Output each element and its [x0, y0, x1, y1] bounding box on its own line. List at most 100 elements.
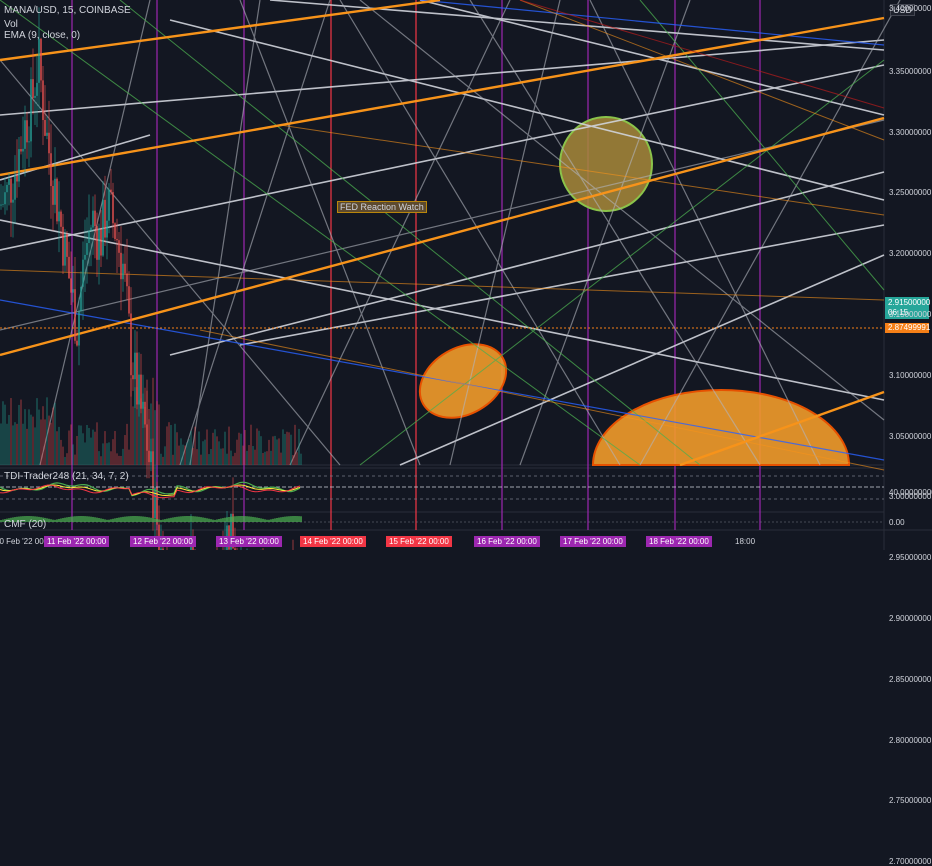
candle-body	[138, 374, 140, 405]
candle-body	[120, 252, 122, 280]
volume-bar	[222, 448, 224, 465]
cmf-bar	[80, 516, 82, 522]
candle-body	[116, 238, 118, 241]
candle-body	[64, 234, 66, 266]
cmf-bar	[232, 516, 234, 522]
cmf-bar	[254, 517, 256, 522]
candle-body	[122, 263, 124, 280]
cmf-bar	[86, 516, 88, 522]
volume-bar	[44, 419, 46, 465]
cmf-bar	[174, 517, 176, 522]
volume-bar	[208, 454, 210, 465]
cmf-bar	[134, 516, 136, 522]
cmf-bar	[64, 517, 66, 522]
cmf-bar	[226, 517, 228, 522]
cmf-bar	[178, 516, 180, 522]
volume-bar	[64, 456, 66, 465]
volume-bar	[206, 429, 208, 465]
candle-body	[142, 401, 144, 409]
cmf-bar	[152, 518, 154, 522]
cmf-bar	[184, 516, 186, 522]
volume-bar	[276, 439, 278, 465]
volume-bar	[268, 439, 270, 465]
cmf-bar	[228, 517, 230, 522]
ema-legend[interactable]: EMA (9, close, 0)	[4, 30, 80, 41]
volume-bar	[98, 451, 100, 465]
cmf-bar	[294, 516, 296, 522]
volume-bar	[266, 451, 268, 465]
volume-bar	[262, 452, 264, 465]
candle-body	[144, 401, 146, 425]
volume-bar	[182, 444, 184, 465]
volume-bar	[6, 423, 8, 465]
price-axis-tick: 2.75000000	[889, 796, 932, 806]
symbol-legend[interactable]: MANA/USD, 15, COINBASE	[4, 5, 131, 16]
volume-bar	[102, 443, 104, 465]
cmf-bar	[298, 516, 300, 522]
candle-body	[148, 450, 150, 463]
volume-bar	[180, 438, 182, 465]
cmf-legend[interactable]: CMF (20)	[4, 519, 46, 530]
tdi-legend[interactable]: TDI-Trader248 (21, 34, 7, 2)	[4, 471, 129, 482]
volume-bar	[196, 449, 198, 465]
volume-bar	[88, 427, 90, 465]
volume-bar	[72, 444, 74, 465]
cmf-bar	[224, 517, 226, 522]
cmf-bar	[140, 516, 142, 522]
candle-body	[22, 148, 24, 152]
volume-bar	[112, 439, 114, 465]
candle-body	[128, 286, 130, 314]
volume-bar	[48, 415, 50, 465]
cmf-bar	[168, 518, 170, 522]
cmf-bar	[252, 516, 254, 522]
orange-ellipse-large[interactable]	[591, 389, 851, 466]
cmf-bar	[94, 517, 96, 522]
cmf-bar	[84, 516, 86, 522]
volume-bar	[42, 406, 44, 465]
chart-canvas[interactable]	[0, 0, 932, 550]
cmf-bar	[234, 516, 236, 522]
volume-bar	[230, 450, 232, 465]
cmf-bar	[90, 516, 92, 522]
volume-bar	[300, 453, 302, 465]
fed-reaction-annotation[interactable]: FED Reaction Watch	[337, 201, 427, 213]
candle-body	[118, 240, 120, 253]
cmf-bar	[46, 518, 48, 522]
price-axis-tick: 3.40000000	[889, 4, 932, 13]
cmf-bar	[286, 516, 288, 522]
cmf-bar	[108, 519, 110, 522]
volume-bar	[154, 410, 156, 465]
cmf-bar	[82, 516, 84, 522]
current-price-tag: 2.91500000	[888, 298, 931, 307]
volume-bar	[298, 428, 300, 465]
cmf-bar	[118, 517, 120, 522]
volume-bar	[92, 429, 94, 465]
cmf-bar	[164, 519, 166, 522]
cmf-bar	[74, 516, 76, 522]
cmf-bar	[166, 518, 168, 522]
candle-body	[60, 211, 62, 227]
cmf-bar	[262, 518, 264, 522]
candle-body	[78, 311, 80, 346]
price-axis-tick: 2.95000000	[889, 553, 932, 563]
volume-legend[interactable]: Vol	[4, 19, 18, 30]
volume-bar	[288, 432, 290, 465]
candle-body	[124, 263, 126, 274]
volume-bar	[86, 424, 88, 465]
volume-bar	[290, 434, 292, 465]
volume-bar	[236, 439, 238, 465]
cmf-bar	[130, 516, 132, 522]
volume-bar	[212, 432, 214, 465]
cmf-bar	[144, 516, 146, 522]
cmf-bar	[58, 518, 60, 522]
time-axis-tick: 15 Feb '22 00:00	[386, 536, 452, 547]
cmf-bar	[208, 518, 210, 522]
cmf-bar	[154, 518, 156, 522]
volume-bar	[190, 431, 192, 465]
cmf-bar	[188, 516, 190, 522]
cmf-bar	[186, 516, 188, 522]
cmf-bar	[124, 516, 126, 522]
volume-bar	[38, 409, 40, 465]
volume-bar	[234, 452, 236, 465]
volume-bar	[90, 437, 92, 465]
